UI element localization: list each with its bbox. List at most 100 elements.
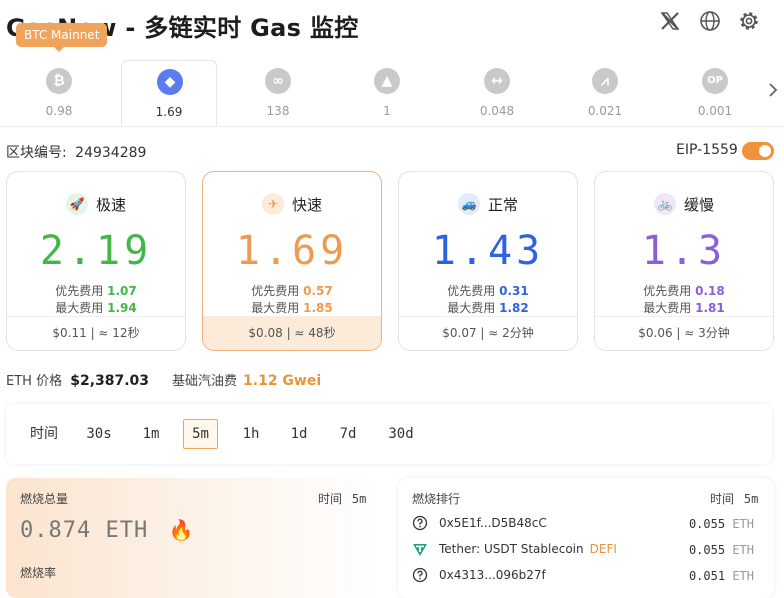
speed-card-footer: $0.06 | ≈ 3分钟 xyxy=(595,316,773,350)
tab-value: 0.001 xyxy=(697,104,733,118)
base-fee-label: 基础汽油费 xyxy=(172,374,238,389)
eth-price-value: $2,387.03 xyxy=(70,373,150,389)
bridge-icon: ↔ xyxy=(484,68,510,94)
tab-bridge[interactable]: ↔ 0.048 xyxy=(449,60,545,126)
gear-icon[interactable] xyxy=(738,10,760,32)
ethereum-icon: ◆ xyxy=(157,69,183,95)
ranking-value: 0.055 xyxy=(688,543,726,557)
base-fee-value: 1.12 Gwei xyxy=(243,373,322,389)
priority-fee-label: 优先费用 xyxy=(55,284,104,298)
tether-icon xyxy=(412,541,428,557)
priority-fee-label: 优先费用 xyxy=(251,284,300,298)
max-fee-label: 最大费用 xyxy=(251,301,300,315)
priority-fee-line: 优先费用 0.18 xyxy=(595,282,773,299)
speed-card-title: ✈ 快速 xyxy=(203,192,381,217)
max-fee-line: 最大费用 1.85 xyxy=(203,299,381,316)
avalanche-icon: ▲ xyxy=(374,68,400,94)
tab-avalanche[interactable]: ▲ 1 xyxy=(339,60,435,126)
ranking-row[interactable]: Tether: USDT Stablecoin DEFI 0.055 ETH xyxy=(412,540,762,560)
tab-value: 1 xyxy=(383,104,391,118)
ranking-name: Tether: USDT Stablecoin xyxy=(439,542,584,556)
priority-fee-line: 优先费用 0.57 xyxy=(203,282,381,299)
burn-total-title: 燃烧总量 xyxy=(20,492,69,506)
burn-total-amount: 0.874 ETH xyxy=(20,518,149,543)
max-fee-value: 1.94 xyxy=(107,301,137,315)
priority-fee-label: 优先费用 xyxy=(447,284,496,298)
priority-fee-line: 优先费用 0.31 xyxy=(399,282,577,299)
polygon-icon: ∞ xyxy=(265,68,291,94)
tabs-divider xyxy=(0,126,784,127)
tab-ethereum[interactable]: ◆ 1.69 xyxy=(121,60,217,127)
range-7d[interactable]: 7d xyxy=(337,419,359,449)
ranking-time: 时间 5m xyxy=(710,490,758,507)
ranking-unit: ETH xyxy=(732,543,754,557)
block-number-value: 24934289 xyxy=(75,145,147,161)
max-fee-value: 1.81 xyxy=(695,301,725,315)
time-range-bar: 时间 30s 1m 5m 1h 1d 7d 30d xyxy=(6,404,772,464)
ranking-tag: DEFI xyxy=(589,542,617,556)
eip-label: EIP-1559 xyxy=(676,142,738,158)
bitcoin-icon: ₿ xyxy=(46,68,72,94)
priority-fee-value: 0.18 xyxy=(695,284,725,298)
max-fee-line: 最大费用 1.81 xyxy=(595,299,773,316)
range-1h[interactable]: 1h xyxy=(240,419,262,449)
burn-ranking-panel: 燃烧排行 时间 5m 0x5E1f...D5B48cC 0.055 ETH Te… xyxy=(398,478,774,598)
speed-card-fast[interactable]: ✈ 快速 1.69 优先费用 0.57 最大费用 1.85 $0.08 | ≈ 48秒 xyxy=(202,171,382,351)
burn-time-value: 5m xyxy=(351,492,367,506)
burn-time: 时间 5m xyxy=(318,490,366,507)
burn-ranking-title: 燃烧排行 xyxy=(412,492,461,506)
arbitrum-icon: ⩘ xyxy=(592,68,618,94)
speed-badge-icon: 🚲 xyxy=(653,192,676,215)
priority-fee-value: 1.07 xyxy=(107,284,137,298)
speed-card-footer: $0.08 | ≈ 48秒 xyxy=(203,316,381,350)
chevron-right-icon[interactable] xyxy=(766,80,780,100)
speed-card-footer: $0.11 | ≈ 12秒 xyxy=(7,316,185,350)
speed-badge-icon: 🚙 xyxy=(457,192,480,215)
speed-card-fastest[interactable]: 🚀 极速 2.19 优先费用 1.07 最大费用 1.94 $0.11 | ≈ 12秒 xyxy=(6,171,186,351)
speed-card-label: 正常 xyxy=(487,196,518,214)
speed-badge-icon: ✈ xyxy=(261,192,284,215)
ranking-row[interactable]: 0x4313...096b27f 0.051 ETH xyxy=(412,566,762,586)
block-number: 区块编号: 24934289 xyxy=(6,142,146,162)
toggle-knob xyxy=(759,145,771,157)
speed-card-label: 快速 xyxy=(291,196,322,214)
max-fee-line: 最大费用 1.94 xyxy=(7,299,185,316)
priority-fee-label: 优先费用 xyxy=(643,284,692,298)
time-range-label: 时间 xyxy=(30,426,58,442)
ranking-time-value: 5m xyxy=(743,492,759,506)
tab-value: 0.98 xyxy=(45,104,73,118)
tab-value: 138 xyxy=(266,104,290,118)
ranking-unit: ETH xyxy=(732,569,754,583)
fire-icon: 🔥 xyxy=(168,518,195,542)
burn-total-value: 0.874 ETH 🔥 xyxy=(20,518,194,543)
x-twitter-icon[interactable] xyxy=(659,10,681,32)
speed-card-footer: $0.07 | ≈ 2分钟 xyxy=(399,316,577,350)
tab-arbitrum[interactable]: ⩘ 0.021 xyxy=(557,60,653,126)
speed-card-slow[interactable]: 🚲 缓慢 1.3 优先费用 0.18 最大费用 1.81 $0.06 | ≈ 3分钟 xyxy=(594,171,774,351)
ranking-row[interactable]: 0x5E1f...D5B48cC 0.055 ETH xyxy=(412,514,762,534)
range-30s[interactable]: 30s xyxy=(84,419,114,449)
globe-icon[interactable] xyxy=(699,10,721,32)
tab-bitcoin[interactable]: ₿ 0.98 xyxy=(11,60,107,126)
ranking-unit: ETH xyxy=(732,517,754,531)
tab-polygon[interactable]: ∞ 138 xyxy=(230,60,326,126)
eip-toggle[interactable] xyxy=(742,142,774,160)
range-1d[interactable]: 1d xyxy=(288,419,310,449)
ranking-time-label: 时间 xyxy=(710,492,735,506)
speed-card-value: 1.69 xyxy=(235,228,349,274)
speed-card-title: 🚀 极速 xyxy=(7,192,185,217)
ranking-value: 0.051 xyxy=(688,569,726,583)
speed-card-normal[interactable]: 🚙 正常 1.43 优先费用 0.31 最大费用 1.82 $0.07 | ≈ 2分钟 xyxy=(398,171,578,351)
ranking-value: 0.055 xyxy=(688,517,726,531)
speed-card-label: 极速 xyxy=(95,196,126,214)
range-1m[interactable]: 1m xyxy=(140,419,162,449)
ranking-name: 0x5E1f...D5B48cC xyxy=(439,516,547,530)
range-5m[interactable]: 5m xyxy=(183,419,218,449)
speed-card-value: 1.3 xyxy=(641,228,727,274)
range-30d[interactable]: 30d xyxy=(386,419,416,449)
burn-rate-label: 燃烧率 xyxy=(20,566,57,580)
speed-card-value: 2.19 xyxy=(39,228,153,274)
speed-card-label: 缓慢 xyxy=(683,196,714,214)
tab-optimism[interactable]: OP 0.001 xyxy=(667,60,763,126)
burn-time-label: 时间 xyxy=(318,492,343,506)
